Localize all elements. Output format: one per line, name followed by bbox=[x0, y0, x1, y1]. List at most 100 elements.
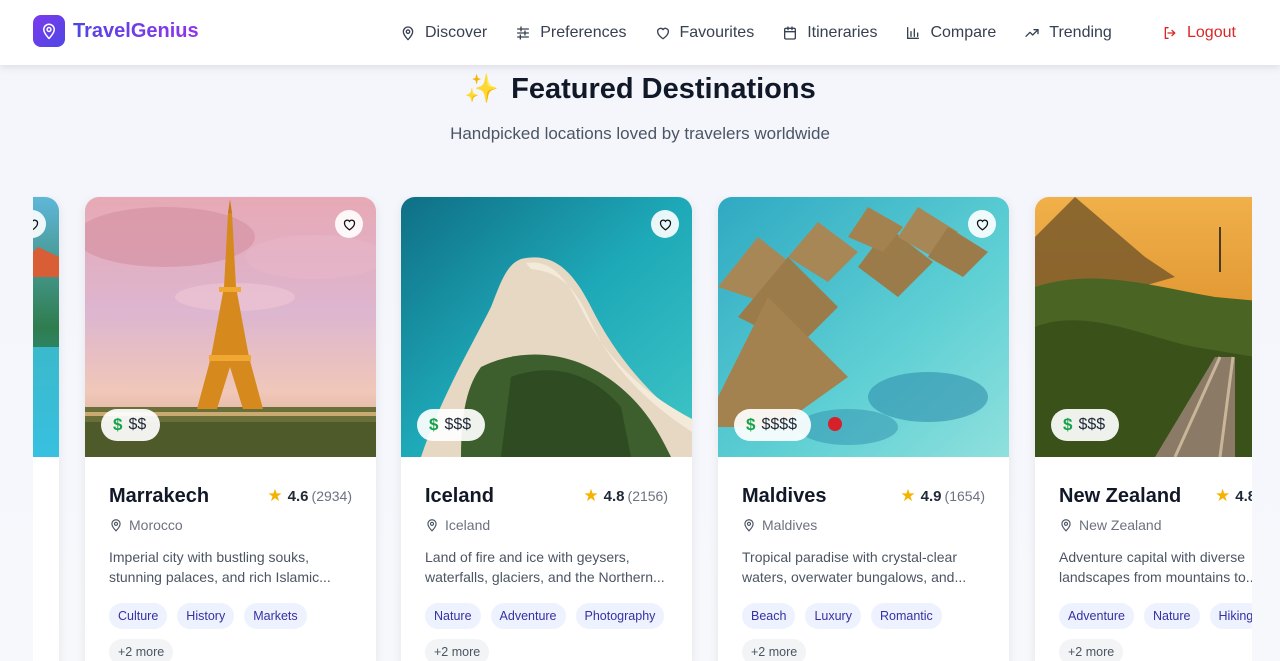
brand[interactable]: TravelGenius bbox=[33, 15, 199, 47]
nav-favourites[interactable]: Favourites bbox=[655, 23, 755, 42]
destination-name: Iceland bbox=[425, 485, 494, 507]
price-badge: $ $$$ bbox=[417, 409, 486, 441]
destination-card[interactable]: $ $$$$ Maldives ★ 4.9 (1654) Maldives Tr… bbox=[718, 197, 1009, 661]
description-line: Tropical paradise with crystal-clear bbox=[742, 549, 957, 565]
tag[interactable]: Beach bbox=[742, 603, 796, 629]
dollar-icon: $ bbox=[429, 415, 439, 434]
nav-compare-label: Compare bbox=[930, 23, 997, 41]
sliders-icon bbox=[517, 25, 530, 40]
more-tags[interactable]: +2 more bbox=[425, 639, 490, 661]
logout-button[interactable]: Logout bbox=[1162, 0, 1236, 65]
heart-icon bbox=[976, 219, 988, 231]
description: Tropical paradise with crystal-clear wat… bbox=[742, 547, 992, 587]
review-count: (1654) bbox=[944, 488, 985, 504]
tag[interactable]: Markets bbox=[244, 603, 307, 629]
review-count: (2934) bbox=[311, 488, 352, 504]
rating-score: 4.6 bbox=[287, 487, 309, 505]
rating: ★ 4.8 bbox=[1215, 486, 1252, 506]
location-text: New Zealand bbox=[1079, 517, 1162, 533]
tag[interactable]: Luxury bbox=[805, 603, 861, 629]
nav-compare[interactable]: Compare bbox=[905, 24, 996, 42]
dollar-icon: $ bbox=[1063, 415, 1073, 434]
description-line: waterfalls, glaciers, and the Northern..… bbox=[425, 569, 665, 585]
map-pin-icon bbox=[33, 15, 65, 47]
favourite-button[interactable] bbox=[651, 210, 679, 238]
price-badge: $ $$$$ bbox=[734, 409, 812, 441]
price-level: $$$$ bbox=[761, 416, 798, 433]
location: New Zealand bbox=[1059, 517, 1162, 533]
destinations-carousel[interactable]: $ $$ Marrakech ★ 4.6 (2934) Morocco Impe… bbox=[33, 196, 1252, 661]
tag[interactable]: Nature bbox=[1143, 603, 1200, 629]
tag[interactable]: Culture bbox=[109, 603, 168, 629]
tag[interactable]: Adventure bbox=[1059, 603, 1134, 629]
location: Morocco bbox=[109, 517, 183, 533]
favourite-button[interactable] bbox=[968, 210, 996, 238]
tag[interactable]: Hiking bbox=[1209, 603, 1252, 629]
location-text: Iceland bbox=[445, 517, 491, 533]
map-pin-icon bbox=[1061, 519, 1071, 532]
tag[interactable]: Romantic bbox=[870, 603, 942, 629]
nav-menu: Discover Preferences Favourites Itinerar… bbox=[400, 0, 1112, 65]
description: Adventure capital with diverse landscape… bbox=[1059, 547, 1252, 587]
heart-icon bbox=[343, 219, 355, 231]
location: Maldives bbox=[742, 517, 817, 533]
description: Imperial city with bustling souks, stunn… bbox=[109, 547, 359, 587]
section-subtitle: Handpicked locations loved by travelers … bbox=[450, 124, 830, 143]
destination-name: Maldives bbox=[742, 485, 827, 507]
description-line: Imperial city with bustling souks, bbox=[109, 549, 309, 565]
tags: Culture History Markets +2 more bbox=[109, 603, 369, 661]
star-icon: ★ bbox=[583, 486, 599, 505]
more-tags[interactable]: +2 more bbox=[1059, 639, 1124, 661]
favourite-button[interactable] bbox=[335, 210, 363, 238]
nav-discover-label: Discover bbox=[425, 23, 488, 41]
review-count: (2156) bbox=[627, 488, 668, 504]
more-tags[interactable]: +2 more bbox=[742, 639, 807, 661]
description-line: stunning palaces, and rich Islamic... bbox=[109, 569, 331, 585]
map-pin-icon bbox=[427, 519, 437, 532]
map-pin-icon bbox=[402, 25, 414, 40]
destination-name: Marrakech bbox=[109, 485, 210, 507]
price-level: $$ bbox=[128, 416, 147, 433]
nav-trending[interactable]: Trending bbox=[1024, 24, 1112, 42]
bar-chart-icon bbox=[907, 26, 920, 39]
location: Iceland bbox=[425, 517, 490, 533]
price-level: $$$ bbox=[1078, 416, 1106, 433]
destination-card-partial[interactable] bbox=[33, 197, 59, 661]
destination-name: New Zealand bbox=[1059, 485, 1182, 507]
price-level: $$$ bbox=[444, 416, 472, 433]
price-badge: $ $$$ bbox=[1051, 409, 1120, 441]
destination-card[interactable]: $ $$$ Iceland ★ 4.8 (2156) Iceland Land … bbox=[401, 197, 692, 661]
rating-score: 4.8 bbox=[603, 487, 625, 505]
dollar-icon: $ bbox=[113, 415, 123, 434]
rating: ★ 4.6 (2934) bbox=[267, 486, 352, 506]
dollar-icon: $ bbox=[746, 415, 756, 434]
tag[interactable]: Nature bbox=[425, 603, 481, 629]
location-text: Maldives bbox=[762, 517, 818, 533]
heart-icon bbox=[656, 27, 669, 39]
map-pin-icon bbox=[111, 519, 121, 532]
star-icon: ★ bbox=[900, 486, 916, 505]
more-tags[interactable]: +2 more bbox=[109, 639, 174, 661]
tags: Beach Luxury Romantic +2 more bbox=[742, 603, 1002, 661]
rating-score: 4.9 bbox=[920, 487, 942, 505]
tag[interactable]: Photography bbox=[575, 603, 665, 629]
price-badge: $ $$ bbox=[101, 409, 161, 441]
nav-itineraries-label: Itineraries bbox=[807, 23, 878, 41]
nav-discover[interactable]: Discover bbox=[400, 24, 487, 42]
map-pin-icon bbox=[744, 519, 754, 532]
nav-favourites-label: Favourites bbox=[679, 23, 755, 41]
destination-card[interactable]: $ $$ Marrakech ★ 4.6 (2934) Morocco Impe… bbox=[85, 197, 376, 661]
tag[interactable]: Adventure bbox=[490, 603, 566, 629]
description-line: Adventure capital with diverse bbox=[1059, 549, 1245, 565]
sparkles-icon: ✨ bbox=[464, 73, 500, 104]
nav-preferences[interactable]: Preferences bbox=[515, 24, 627, 42]
destination-card[interactable]: $ $$$ New Zealand ★ 4.8 New Zealand Adve… bbox=[1035, 197, 1252, 661]
nav-itineraries[interactable]: Itineraries bbox=[782, 24, 877, 42]
trending-up-icon bbox=[1025, 28, 1039, 37]
description-line: Land of fire and ice with geysers, bbox=[425, 549, 630, 565]
star-icon: ★ bbox=[267, 486, 283, 505]
nav-trending-label: Trending bbox=[1049, 23, 1112, 41]
rating: ★ 4.8 (2156) bbox=[583, 486, 668, 506]
section-title: ✨ Featured Destinations bbox=[0, 72, 1280, 106]
tag[interactable]: History bbox=[177, 603, 235, 629]
